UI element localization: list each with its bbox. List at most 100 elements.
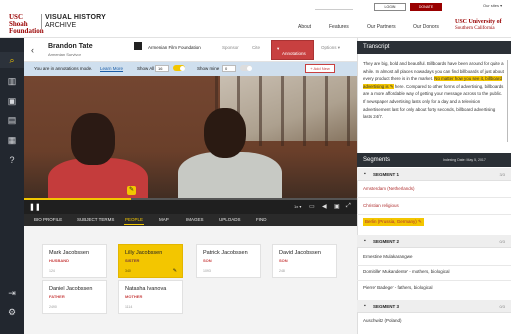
- segment-item[interactable]: Ernestine Mulakarangwe: [363, 254, 413, 259]
- playback-speed-value: 1x: [294, 204, 299, 209]
- transcript-title: Transcript: [363, 44, 390, 50]
- usc-university-logo[interactable]: USC University of Southern California: [455, 19, 502, 31]
- volume-icon[interactable]: ◀: [322, 203, 327, 210]
- top-search-input[interactable]: [315, 4, 353, 10]
- person-card[interactable]: Mark Jacobssen HUSBAND 124: [42, 244, 107, 278]
- segment-count: 3/3: [499, 172, 505, 177]
- vha-subtitle: ARCHIVE: [45, 21, 77, 29]
- segment-divider: [357, 265, 511, 266]
- transcript-scrollbar[interactable]: [507, 60, 508, 142]
- save-icon[interactable]: ▪: [364, 238, 366, 244]
- library-icon[interactable]: ▥: [7, 76, 17, 86]
- donate-button[interactable]: DONATE: [410, 3, 442, 11]
- search-icon[interactable]: ⌕: [7, 55, 17, 65]
- settings-icon[interactable]: ⚙: [7, 307, 17, 317]
- testimony-subtitle: Armenian Survivor: [48, 52, 81, 57]
- show-all-toggle[interactable]: [173, 65, 185, 71]
- active-tab-indicator: [124, 224, 144, 225]
- nav-our-donors[interactable]: Our Donors: [413, 24, 439, 30]
- playback-speed[interactable]: 1x ▾: [294, 204, 301, 209]
- segment-label: SEGMENT 3: [373, 304, 400, 309]
- person-relation: SON: [279, 258, 288, 263]
- tag-icon[interactable]: ✎: [390, 84, 394, 89]
- save-icon[interactable]: ▪: [364, 171, 366, 177]
- progress-fill: [24, 198, 131, 200]
- id-card-icon[interactable]: ▤: [7, 115, 17, 125]
- person-number: 1093: [203, 269, 211, 273]
- show-mine-toggle[interactable]: [240, 65, 252, 71]
- segment-divider: [357, 197, 511, 198]
- person-name: Lilly Jacobssen: [125, 250, 163, 256]
- tab-find[interactable]: FIND: [256, 217, 267, 222]
- tab-sponsor[interactable]: Sponsor: [222, 45, 239, 50]
- person-name: Natasha Ivanova: [125, 286, 167, 292]
- player-controls: [24, 198, 357, 214]
- tab-cite[interactable]: Cite: [252, 45, 260, 50]
- tab-uploads[interactable]: UPLOADS: [219, 217, 241, 222]
- login-button[interactable]: LOGIN: [374, 3, 406, 11]
- tab-images[interactable]: IMAGES: [186, 217, 204, 222]
- person-card[interactable]: Natasha Ivanova MOTHER 1114: [118, 280, 183, 314]
- person-relation: MOTHER: [125, 294, 143, 299]
- captions-icon[interactable]: ▭: [309, 203, 315, 210]
- add-new-annotation-button[interactable]: + Add New: [305, 64, 335, 73]
- organization-name[interactable]: Armenian Film Foundation: [148, 45, 201, 50]
- segment-label: SEGMENT 2: [373, 239, 400, 244]
- person-number: 124: [49, 269, 55, 273]
- person-card[interactable]: Daniel Jacobssen FATHER 2490: [42, 280, 107, 314]
- person-name: Daniel Jacobssen: [49, 286, 93, 292]
- collapse-icon[interactable]: ⇥: [7, 288, 17, 298]
- person-name: Patrick Jacobssen: [203, 250, 248, 256]
- annotation-mode-text: You are in annotations mode.: [34, 66, 93, 71]
- segment-item[interactable]: Amsterdam (Netherlands): [363, 186, 415, 191]
- back-arrow-icon[interactable]: ‹: [31, 45, 34, 55]
- fullscreen-icon[interactable]: ⤢: [346, 203, 351, 210]
- nav-our-partners[interactable]: Our Partners: [367, 24, 396, 30]
- help-icon[interactable]: ?: [7, 155, 17, 165]
- our-sites-select[interactable]: Our sites ▾: [483, 3, 502, 8]
- usc-shoah-logo[interactable]: USC Shoah Foundation: [9, 13, 44, 35]
- annotation-marker-icon[interactable]: ✎: [127, 186, 136, 195]
- chart-icon[interactable]: ▦: [7, 135, 17, 145]
- usc-logo-text: USC Shoah Foundation: [9, 13, 44, 35]
- interviewee-head: [71, 113, 115, 165]
- transcript-body[interactable]: They are big, bold and beautiful. Billbo…: [363, 60, 505, 121]
- tab-people[interactable]: PEOPLE: [125, 217, 143, 222]
- annotations-button[interactable]: Annotations ▾: [271, 40, 314, 60]
- segment-1-header[interactable]: ▪ SEGMENT 1 3/3: [357, 168, 511, 181]
- options-dropdown[interactable]: Options ▾: [321, 45, 340, 51]
- tag-icon[interactable]: ✎: [173, 268, 177, 274]
- nav-about[interactable]: About: [298, 24, 311, 30]
- person-card[interactable]: Patrick Jacobssen SON 1093: [196, 244, 261, 278]
- person-card-selected[interactable]: Lilly Jacobssen SISTER 340 ✎: [118, 244, 183, 278]
- usc-right-line2: Southern California: [455, 25, 495, 31]
- tab-bio-profile[interactable]: BIO PROFILE: [34, 217, 62, 222]
- segment-item[interactable]: Pierre' Badege' - fathers, biological: [363, 285, 433, 290]
- segment-2-header[interactable]: ▪ SEGMENT 2 0/3: [357, 235, 511, 248]
- person-card[interactable]: David Jacobssen SON 248: [272, 244, 337, 278]
- segment-item-highlighted[interactable]: Berlin (Prussia, Germany) ✎: [363, 218, 424, 226]
- interviewer-head: [204, 108, 246, 158]
- nav-features[interactable]: Features: [329, 24, 349, 30]
- person-relation: FATHER: [49, 294, 65, 299]
- pause-icon[interactable]: ❚❚: [29, 203, 41, 211]
- briefcase-icon[interactable]: ▣: [7, 96, 17, 106]
- segment-item[interactable]: Christian religious: [363, 203, 399, 208]
- person-relation: SISTER: [125, 258, 140, 263]
- tab-map[interactable]: MAP: [159, 217, 169, 222]
- our-sites-label: Our sites: [483, 3, 500, 8]
- learn-more-link[interactable]: Learn More: [100, 66, 123, 71]
- vha-title: VISUAL HISTORY: [45, 14, 107, 21]
- person-number: 340: [125, 269, 131, 273]
- segment-item[interactable]: Domitille' Mukandente' - mothers, biolog…: [363, 269, 450, 274]
- usc-right-line1: USC University of: [455, 19, 502, 25]
- tag-icon[interactable]: ✎: [418, 219, 422, 224]
- segment-item[interactable]: Auschwitz (Poland): [363, 318, 402, 323]
- tab-subject-terms[interactable]: SUBJECT TERMS: [77, 217, 114, 222]
- picture-in-picture-icon[interactable]: ▣: [334, 203, 340, 210]
- segment-3-header[interactable]: ▪ SEGMENT 3 0/3: [357, 300, 511, 313]
- save-icon[interactable]: ▪: [364, 303, 366, 309]
- person-name: Mark Jacobssen: [49, 250, 90, 256]
- show-mine-label: Show mine: [197, 66, 220, 71]
- vha-logo[interactable]: VISUAL HISTORY ARCHIVE: [45, 14, 106, 29]
